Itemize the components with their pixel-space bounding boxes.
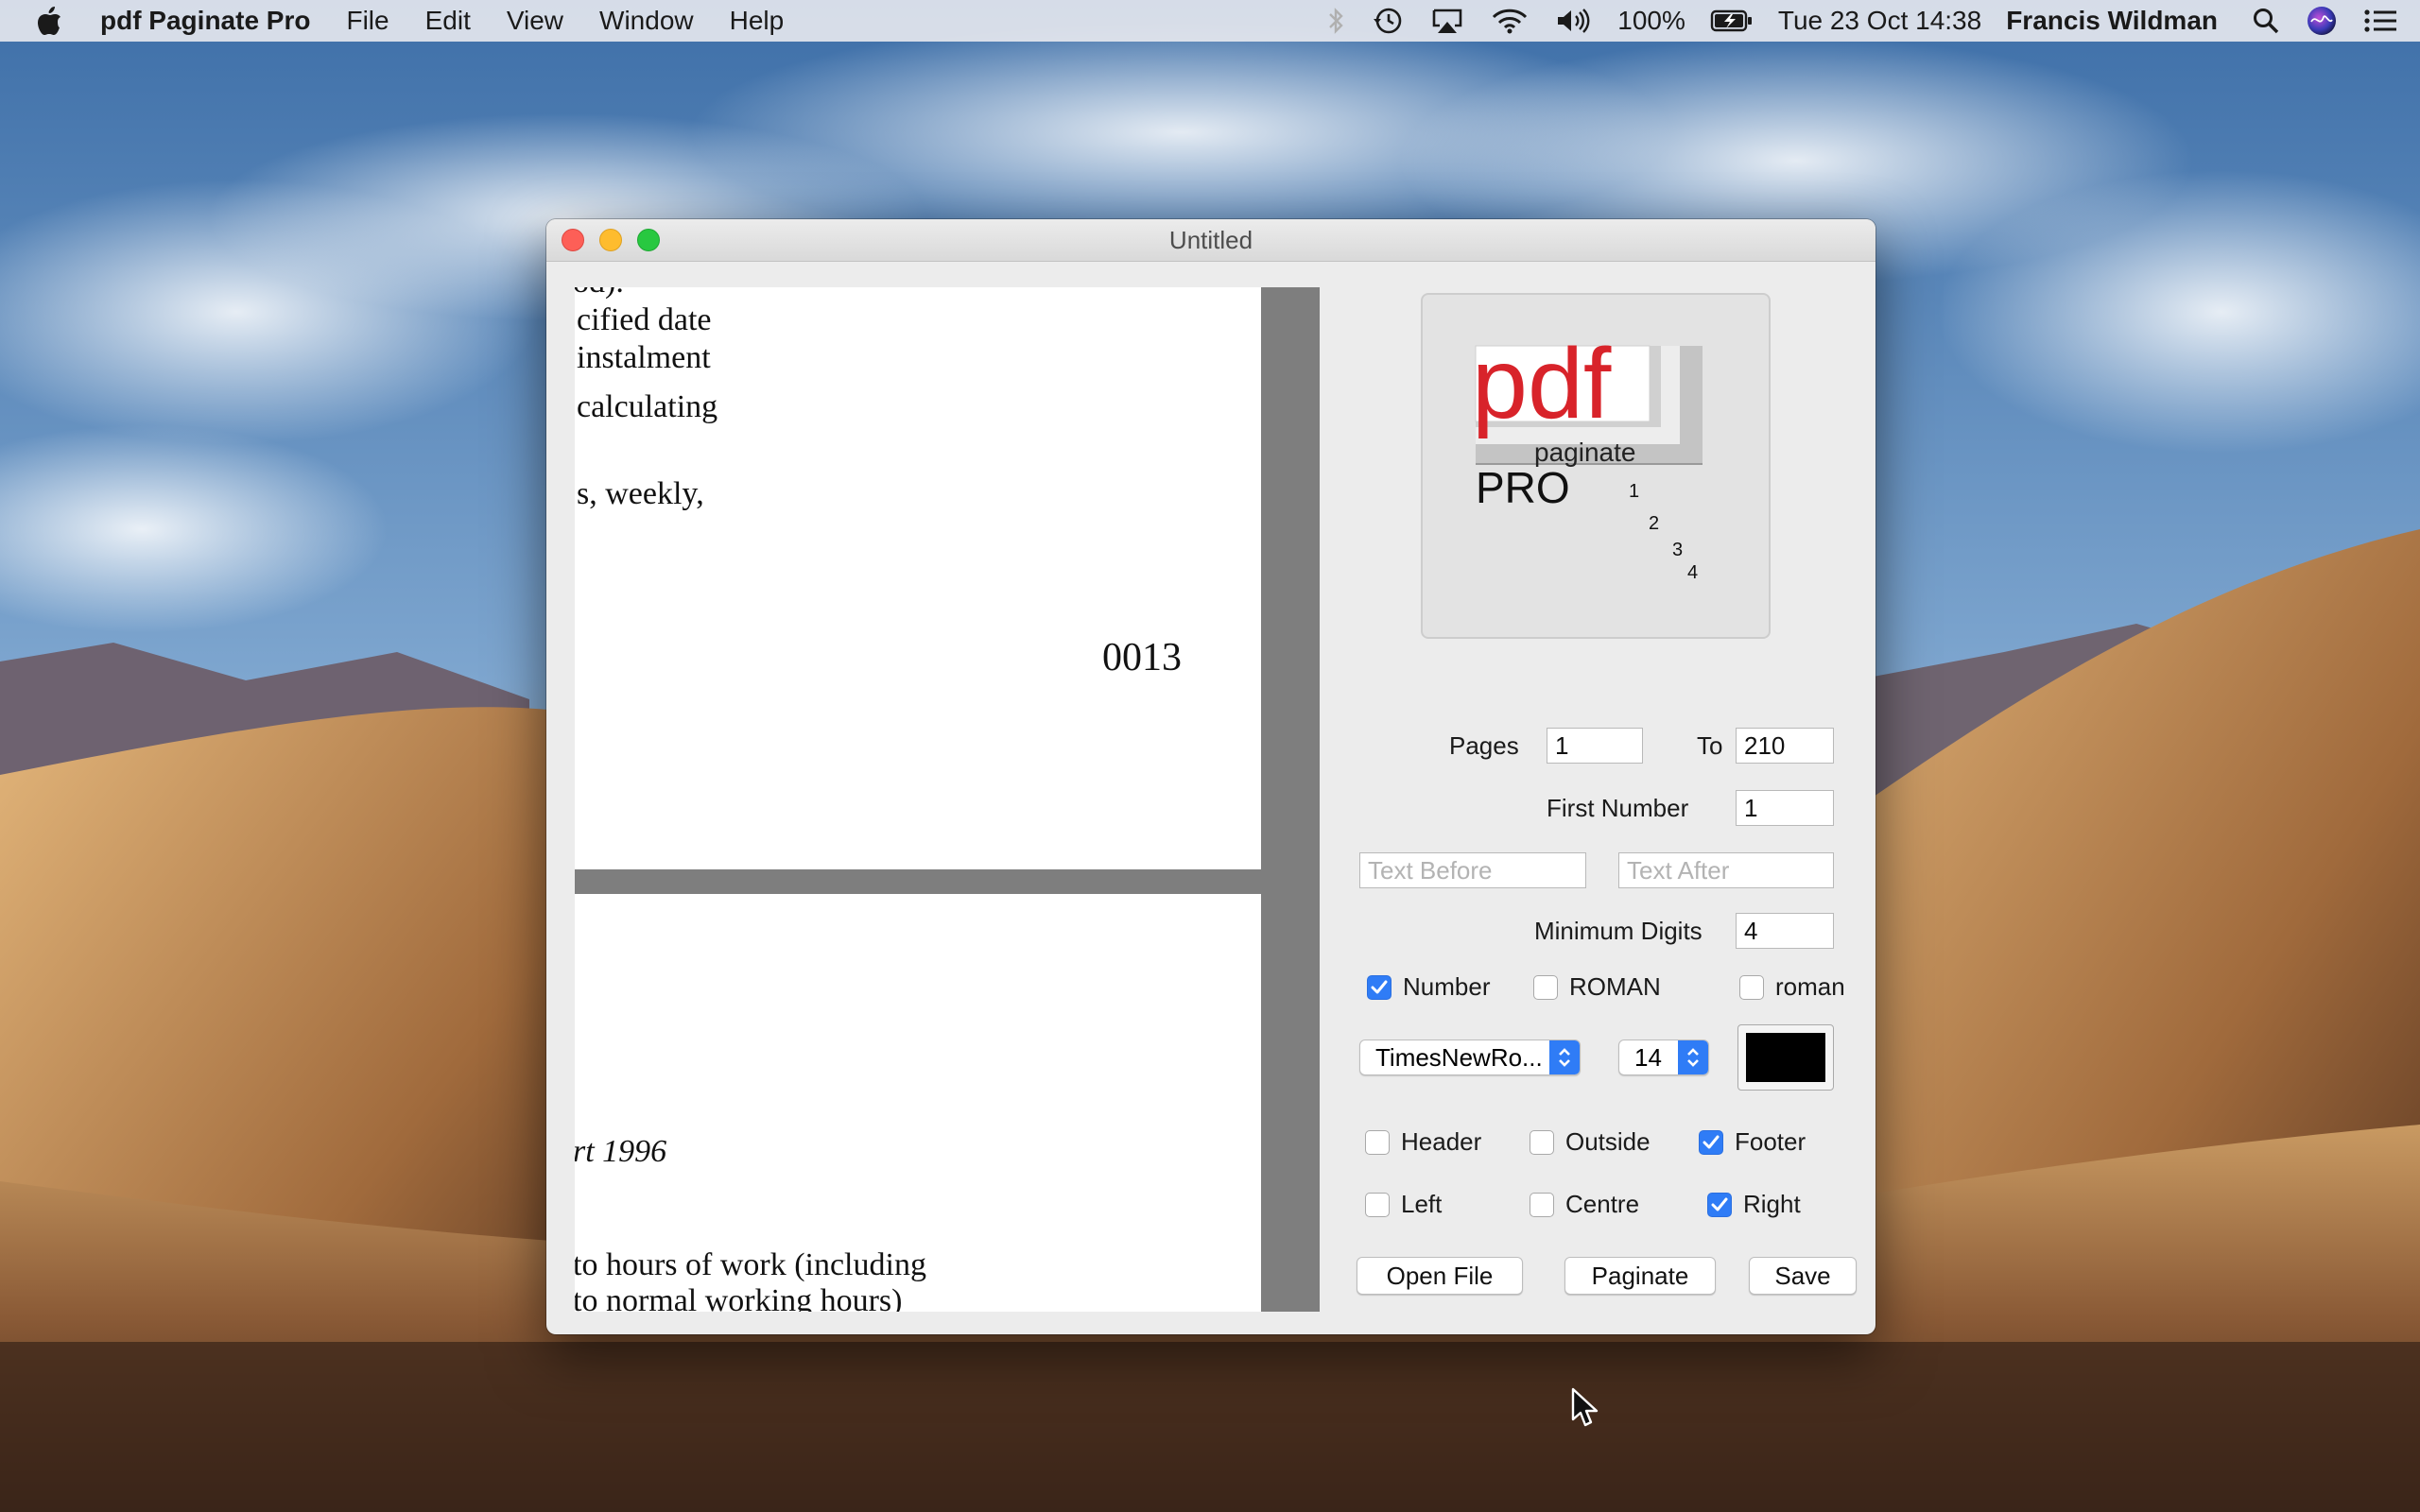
roman-upper-label: ROMAN [1569, 972, 1661, 1001]
right-label: Right [1743, 1190, 1801, 1218]
footer-label: Footer [1735, 1127, 1806, 1156]
open-file-button[interactable]: Open File [1357, 1257, 1523, 1295]
number-checkbox[interactable]: Number [1367, 972, 1490, 1002]
time-machine-icon[interactable] [1372, 0, 1404, 42]
first-number-field[interactable] [1736, 790, 1834, 826]
menu-help[interactable]: Help [712, 0, 803, 42]
checkbox-box[interactable] [1699, 1129, 1723, 1155]
number-label: Number [1403, 972, 1491, 1001]
roman-lower-checkbox[interactable]: roman [1739, 972, 1845, 1002]
svg-text:2: 2 [1649, 513, 1659, 534]
checkbox-box[interactable] [1530, 1129, 1554, 1155]
centre-checkbox[interactable]: Centre [1530, 1190, 1639, 1219]
spotlight-icon[interactable] [2252, 0, 2280, 42]
outside-label: Outside [1565, 1127, 1651, 1156]
roman-lower-label: roman [1775, 972, 1845, 1001]
font-size-popup[interactable]: 14 [1618, 1040, 1709, 1075]
menu-view[interactable]: View [489, 0, 581, 42]
pages-label: Pages [1449, 731, 1519, 760]
menu-edit[interactable]: Edit [407, 0, 489, 42]
header-label: Header [1401, 1127, 1482, 1156]
page-text-line: to hours of work (including [575, 1247, 926, 1282]
window-minimize-button[interactable] [599, 229, 622, 251]
checkbox-box[interactable] [1739, 974, 1764, 1000]
menu-window[interactable]: Window [581, 0, 712, 42]
battery-percent: 100% [1617, 6, 1685, 35]
window-zoom-button[interactable] [637, 229, 660, 251]
mouse-cursor-icon [1571, 1387, 1599, 1427]
svg-text:3: 3 [1672, 540, 1683, 560]
menu-app-name[interactable]: pdf Paginate Pro [100, 0, 328, 42]
pdf-paginate-pro-logo-icon: pdf paginate PRO 1 2 3 4 [1472, 328, 1703, 583]
bluetooth-icon[interactable] [1326, 0, 1345, 42]
page-text-line: od). [575, 287, 624, 301]
window-close-button[interactable] [562, 229, 584, 251]
page-text-line: calculating [577, 389, 718, 424]
window-title: Untitled [1168, 225, 1253, 254]
menu-bar: pdf Paginate Pro File Edit View Window H… [0, 0, 2420, 42]
svg-text:4: 4 [1687, 562, 1698, 583]
checkbox-box[interactable] [1365, 1192, 1390, 1217]
minimum-digits-label: Minimum Digits [1534, 917, 1703, 945]
pdf-page: rt 1996 to hours of work (including to n… [575, 894, 1261, 1312]
roman-upper-checkbox[interactable]: ROMAN [1533, 972, 1661, 1002]
text-before-field[interactable] [1359, 852, 1586, 888]
font-name-value: TimesNewRo... [1375, 1042, 1543, 1072]
battery-icon[interactable] [1710, 0, 1754, 42]
header-checkbox[interactable]: Header [1365, 1127, 1481, 1157]
svg-text:1: 1 [1629, 481, 1639, 502]
menu-datetime[interactable]: Tue 23 Oct 14:38 [1778, 6, 1981, 36]
app-logo: pdf paginate PRO 1 2 3 4 [1421, 293, 1771, 639]
siri-icon[interactable] [2307, 0, 2337, 42]
svg-text:pdf: pdf [1472, 328, 1612, 439]
page-text-line: to normal working hours) [575, 1283, 903, 1312]
app-window: Untitled od). cified date instalment cal… [546, 219, 1876, 1334]
svg-text:PRO: PRO [1476, 463, 1570, 512]
notification-center-icon[interactable] [2363, 0, 2397, 42]
color-swatch [1746, 1033, 1825, 1082]
popup-chevron-icon[interactable] [1549, 1040, 1580, 1074]
paginate-button[interactable]: Paginate [1564, 1257, 1716, 1295]
page-text-line: rt 1996 [575, 1134, 667, 1169]
page-text-line: s, weekly, [577, 476, 704, 511]
checkbox-box[interactable] [1530, 1192, 1554, 1217]
left-label: Left [1401, 1190, 1443, 1218]
window-titlebar[interactable]: Untitled [546, 219, 1876, 262]
page-text-line: cified date [577, 302, 712, 337]
checkbox-box[interactable] [1707, 1192, 1732, 1217]
checkbox-box[interactable] [1533, 974, 1558, 1000]
pages-to-field[interactable] [1736, 728, 1834, 764]
pdf-page: od). cified date instalment calculating … [575, 287, 1261, 869]
pdf-preview[interactable]: od). cified date instalment calculating … [575, 287, 1320, 1312]
save-button[interactable]: Save [1749, 1257, 1857, 1295]
right-checkbox[interactable]: Right [1707, 1190, 1801, 1219]
checkbox-box[interactable] [1365, 1129, 1390, 1155]
first-number-label: First Number [1547, 794, 1689, 822]
menu-file[interactable]: File [328, 0, 406, 42]
popup-chevron-icon[interactable] [1678, 1040, 1708, 1074]
minimum-digits-field[interactable] [1736, 913, 1834, 949]
text-after-field[interactable] [1618, 852, 1834, 888]
page-text-line: instalment [577, 340, 711, 375]
footer-checkbox[interactable]: Footer [1699, 1127, 1806, 1157]
centre-label: Centre [1565, 1190, 1640, 1218]
font-size-value: 14 [1634, 1042, 1662, 1072]
wifi-icon[interactable] [1491, 0, 1529, 42]
left-checkbox[interactable]: Left [1365, 1190, 1442, 1219]
airplay-icon[interactable] [1430, 0, 1464, 42]
font-name-popup[interactable]: TimesNewRo... [1359, 1040, 1581, 1075]
pages-from-field[interactable] [1547, 728, 1643, 764]
to-label: To [1697, 731, 1723, 760]
color-well[interactable] [1737, 1024, 1834, 1091]
volume-icon[interactable] [1555, 0, 1593, 42]
checkbox-box[interactable] [1367, 974, 1392, 1000]
menu-user-name[interactable]: Francis Wildman [2006, 6, 2218, 36]
apple-icon[interactable] [36, 5, 68, 37]
page-number: 0013 [1102, 636, 1182, 679]
outside-checkbox[interactable]: Outside [1530, 1127, 1651, 1157]
